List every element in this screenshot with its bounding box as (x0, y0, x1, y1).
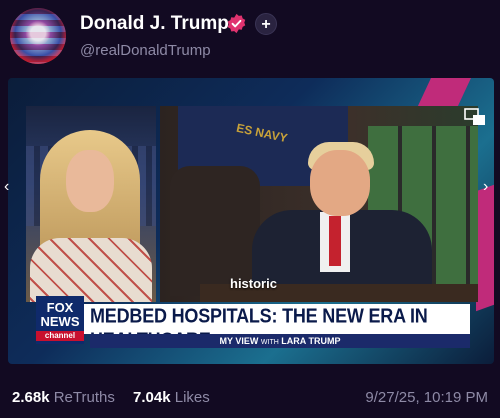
man-head (310, 150, 370, 216)
anchor-video-panel (26, 106, 156, 302)
media-decoration (476, 184, 494, 312)
likes-label[interactable]: Likes (175, 389, 210, 406)
signing-video-panel: ES NAVY historic (160, 106, 478, 302)
post-stats: 2.68k ReTruths 7.04k Likes (12, 389, 224, 406)
retruths-count[interactable]: 2.68k (12, 389, 50, 406)
anchor-outfit (30, 238, 152, 302)
media-decoration (417, 78, 471, 108)
display-name[interactable]: Donald J. Trump (80, 13, 229, 35)
show-host: LARA TRUMP (281, 336, 341, 346)
show-subbar: MY VIEW WITH LARA TRUMP (90, 334, 470, 348)
post-timestamp[interactable]: 9/27/25, 10:19 PM (365, 389, 488, 406)
verified-badge-icon (227, 13, 246, 34)
user-handle[interactable]: @realDonaldTrump (80, 42, 211, 59)
flag-text: ES NAVY (235, 120, 289, 146)
man-tie (329, 216, 341, 266)
plus-icon: + (261, 16, 271, 33)
post-media-video[interactable]: ES NAVY historic FOX NEWS channel MEDBED… (8, 78, 494, 364)
likes-count[interactable]: 7.04k (133, 389, 171, 406)
show-with: WITH (260, 339, 279, 346)
follow-button[interactable]: + (255, 13, 277, 35)
show-name: MY VIEW (219, 336, 259, 346)
retruths-label[interactable]: ReTruths (54, 389, 115, 406)
anchor-face (66, 150, 114, 212)
fox-news-logo: FOX NEWS channel (36, 296, 84, 344)
fullscreen-icon[interactable] (464, 108, 486, 126)
avatar[interactable] (10, 8, 66, 64)
avatar-image (10, 8, 66, 64)
chevron-right-icon[interactable]: › (483, 178, 488, 196)
chevron-left-icon[interactable]: ‹ (4, 178, 9, 196)
video-caption: historic (230, 276, 277, 291)
